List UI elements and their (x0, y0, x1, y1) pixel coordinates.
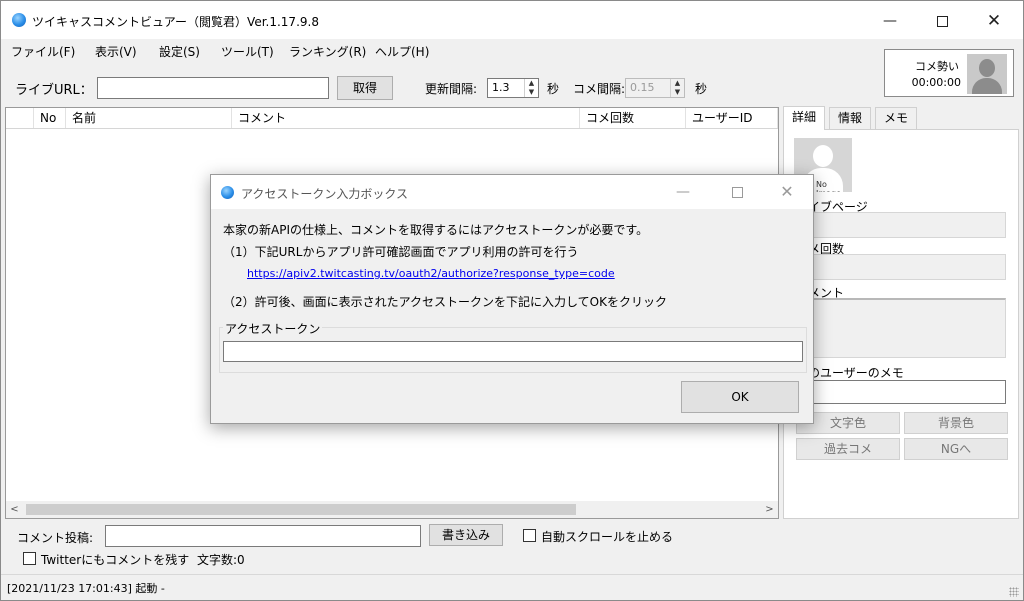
app-icon (221, 186, 234, 199)
close-icon: ✕ (986, 11, 1002, 31)
comment-post-label: コメント投稿: (17, 531, 94, 545)
menu-help[interactable]: ヘルプ(H) (375, 43, 429, 60)
access-token-dialog: アクセストークン入力ボックス — ✕ 本家の新APIの仕様上、コメントを取得する… (210, 174, 814, 424)
avatar (967, 54, 1007, 94)
twitter-label: Twitterにもコメントを残す (41, 553, 190, 567)
close-icon: ✕ (780, 182, 794, 201)
close-button[interactable]: ✕ (971, 7, 1017, 35)
window-title: ツイキャスコメントビュアー（閲覧君）Ver.1.17.9.8 (32, 15, 319, 29)
dialog-maximize-button[interactable] (717, 181, 757, 203)
dialog-instruction-1: 本家の新APIの仕様上、コメントを取得するにはアクセストークンが必要です。 (223, 223, 649, 237)
maximize-icon (731, 186, 743, 198)
minimize-icon: — (676, 184, 690, 200)
minimize-button[interactable]: — (867, 7, 913, 35)
autoscroll-stop-checkbox[interactable] (523, 529, 536, 542)
elapsed-time: 00:00:00 (911, 76, 961, 89)
user-icon (979, 59, 995, 77)
dialog-close-button[interactable]: ✕ (767, 181, 807, 203)
horizontal-scrollbar[interactable]: < > (6, 501, 778, 518)
menu-view[interactable]: 表示(V) (95, 43, 137, 60)
column-header-user-id[interactable]: ユーザーID (686, 108, 778, 128)
menu-tools[interactable]: ツール(T) (221, 43, 274, 60)
details-panel: No Image ライブページ コメ回数 コメント このユーザーのメモ 文字色 … (783, 129, 1019, 519)
update-interval-spinner[interactable]: 1.3 ▲ ▼ (487, 78, 539, 98)
title-bar[interactable]: ツイキャスコメントビュアー（閲覧君）Ver.1.17.9.8 — ✕ (1, 1, 1023, 39)
comment-speed-box: コメ勢い 00:00:00 (884, 49, 1014, 97)
user-memo-input[interactable] (796, 380, 1006, 404)
dialog-minimize-button[interactable]: — (663, 181, 703, 203)
background-color-button[interactable]: 背景色 (904, 412, 1008, 434)
token-label: アクセストークン (223, 320, 323, 337)
column-header-comment[interactable]: コメント (232, 108, 580, 128)
access-token-input[interactable] (223, 341, 803, 362)
menu-settings[interactable]: 設定(S) (159, 43, 200, 60)
ng-button[interactable]: NGへ (904, 438, 1008, 460)
dialog-instruction-2: （1）下記URLからアプリ許可確認画面でアプリ利用の許可を行う (223, 245, 579, 259)
fetch-button[interactable]: 取得 (337, 76, 393, 100)
seconds-label: 秒 (695, 82, 708, 96)
tab-memo[interactable]: メモ (875, 107, 918, 129)
update-interval-label: 更新間隔: (425, 82, 478, 96)
live-page-field[interactable] (796, 212, 1006, 238)
scroll-left-icon[interactable]: < (6, 501, 23, 518)
authorize-link[interactable]: https://apiv2.twitcasting.tv/oauth2/auth… (247, 267, 615, 280)
column-header-select[interactable] (6, 108, 34, 128)
minimize-icon: — (883, 13, 897, 29)
column-header-comment-count[interactable]: コメ回数 (580, 108, 686, 128)
twitter-checkbox[interactable] (23, 552, 36, 565)
write-button[interactable]: 書き込み (429, 524, 503, 546)
dialog-instruction-3: （2）許可後、画面に表示されたアクセストークンを下記に入力してOKをクリック (223, 295, 667, 309)
comment-post-row: コメント投稿: 書き込み 自動スクロールを止める (1, 523, 781, 549)
app-icon (12, 13, 26, 27)
spinner-arrows-icon[interactable]: ▲ ▼ (670, 79, 684, 97)
no-image-text: No Image (816, 180, 841, 192)
column-header-no[interactable]: No (34, 108, 66, 128)
autoscroll-stop-label: 自動スクロールを止める (541, 530, 674, 544)
scrollbar-thumb[interactable] (26, 504, 576, 515)
comment-interval-value: 0.15 (630, 81, 655, 94)
scroll-right-icon[interactable]: > (761, 501, 778, 518)
column-header-name[interactable]: 名前 (66, 108, 232, 128)
char-count: 文字数:0 (197, 553, 245, 567)
menu-ranking[interactable]: ランキング(R) (289, 43, 366, 60)
maximize-icon (936, 15, 948, 27)
live-url-label: ライブURL： (15, 83, 93, 98)
comment-post-input[interactable] (105, 525, 421, 547)
dialog-title-bar[interactable]: アクセストークン入力ボックス — ✕ (211, 175, 813, 209)
maximize-button[interactable] (919, 7, 965, 35)
update-interval-value: 1.3 (492, 81, 510, 94)
ok-button[interactable]: OK (681, 381, 799, 413)
side-panel: 詳細 情報 メモ No Image ライブページ コメ回数 コメント このユーザ… (783, 106, 1019, 519)
tab-info[interactable]: 情報 (829, 107, 872, 129)
seconds-label: 秒 (547, 82, 560, 96)
live-url-input[interactable] (97, 77, 329, 99)
comment-speed-label: コメ勢い (915, 60, 959, 73)
resize-grip-icon[interactable] (1009, 587, 1019, 597)
toolbar: ライブURL： 取得 更新間隔: 1.3 ▲ ▼ 秒 コメ間隔: 0.15 ▲ ▼ … (1, 71, 781, 103)
comment-interval-spinner[interactable]: 0.15 ▲ ▼ (625, 78, 685, 98)
list-header: No 名前 コメント コメ回数 ユーザーID (6, 108, 778, 129)
menu-file[interactable]: ファイル(F) (11, 43, 75, 60)
comment-field (796, 298, 1006, 358)
comment-count-field (796, 254, 1006, 280)
tab-details[interactable]: 詳細 (783, 106, 826, 130)
dialog-title: アクセストークン入力ボックス (241, 187, 409, 201)
spinner-arrows-icon[interactable]: ▲ ▼ (524, 79, 538, 97)
status-text: [2021/11/23 17:01:43] 起動 - (7, 582, 165, 595)
comment-interval-label: コメ間隔: (573, 82, 626, 96)
status-bar: [2021/11/23 17:01:43] 起動 - (1, 574, 1023, 600)
past-comments-button[interactable]: 過去コメ (796, 438, 900, 460)
